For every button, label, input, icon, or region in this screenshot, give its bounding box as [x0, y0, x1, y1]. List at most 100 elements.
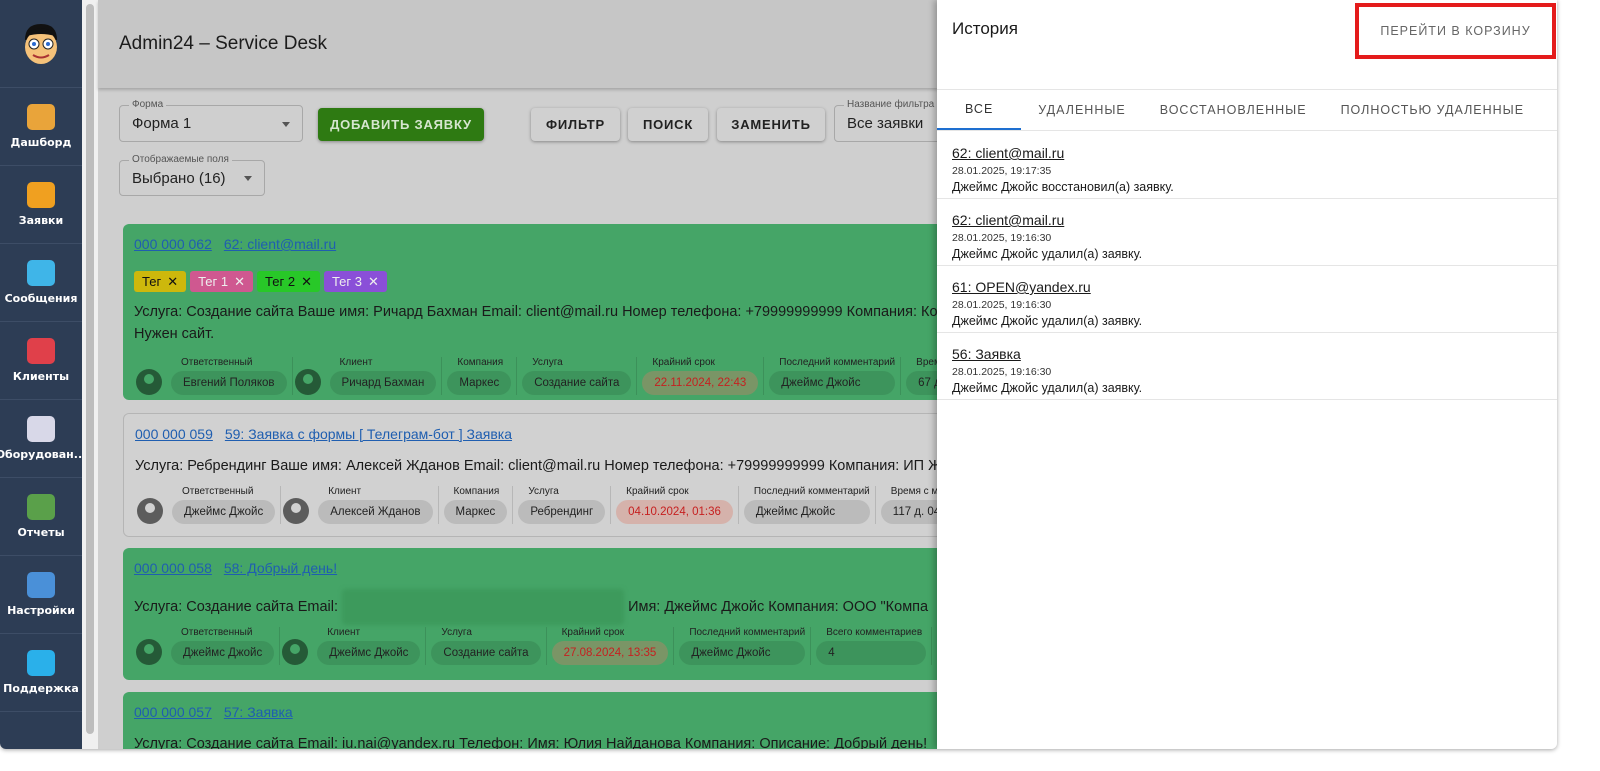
close-icon[interactable]: ✕ — [167, 274, 178, 290]
request-description-line2: Нужен сайт. — [134, 326, 215, 342]
request-title-link[interactable]: 57: Заявка — [224, 704, 293, 720]
sidebar-item[interactable]: Оборудован... — [0, 400, 82, 478]
user-avatar-icon — [282, 639, 309, 665]
field-value: Джеймс Джойс — [172, 500, 276, 524]
request-card[interactable]: 000 000 058 58: Добрый день! Услуга: Созд… — [123, 548, 953, 680]
request-number-link[interactable]: 000 000 057 — [134, 704, 212, 720]
field-label: Последний комментарий — [753, 486, 870, 497]
sidebar-scrollbar[interactable] — [82, 0, 98, 749]
card-field: Ответственный Евгений Поляков — [166, 357, 293, 395]
search-button[interactable]: ПОИСК — [628, 108, 708, 141]
request-title-link[interactable]: 59: Заявка с формы [ Телеграм-бот ] Заяв… — [225, 426, 512, 442]
card-field: Услуга Ребрендинг — [513, 486, 612, 524]
card-field: Крайний срок 22.11.2024, 22:43 — [637, 357, 765, 395]
tab-1[interactable]: УДАЛЕННЫЕ — [1021, 90, 1142, 130]
sidebar-item[interactable]: Заявки — [0, 166, 82, 244]
field-label: Крайний срок — [652, 357, 715, 368]
field-label: Ответственный — [182, 486, 254, 497]
dropdown-arrow-icon — [282, 121, 290, 131]
card-field: Клиент Ричард Бахман — [325, 357, 443, 395]
history-item-link[interactable]: 62: client@mail.ru — [952, 145, 1542, 161]
card-field: Услуга Создание сайта — [426, 627, 547, 665]
card-field: Клиент Джеймс Джойс — [312, 627, 427, 665]
tag-chip[interactable]: Тег 1 ✕ — [190, 271, 254, 292]
tab-3[interactable]: ПОЛНОСТЬЮ УДАЛЕННЫЕ — [1324, 90, 1542, 130]
history-item-action: Джеймс Джойс удалил(а) заявку. — [952, 314, 1143, 328]
history-item-date: 28.01.2025, 19:16:30 — [952, 232, 1052, 244]
card-field: Ответственный Джеймс Джойс — [166, 627, 281, 665]
dropdown-arrow-icon — [244, 176, 252, 185]
request-title-link[interactable]: 62: client@mail.ru — [224, 236, 336, 252]
field-label: Клиент — [328, 486, 362, 497]
request-number-link[interactable]: 000 000 058 — [134, 560, 212, 576]
history-item-action: Джеймс Джойс удалил(а) заявку. — [952, 247, 1143, 261]
megaphone-icon — [27, 182, 55, 208]
dashboard-icon — [27, 104, 55, 130]
request-card[interactable]: 000 000 062 62: client@mail.ru Тег ✕ Тег 1 ✕… — [123, 224, 1004, 400]
request-number-link[interactable]: 000 000 059 — [135, 426, 213, 442]
sidebar-item-label: Клиенты — [12, 370, 70, 383]
history-item-link[interactable]: 62: client@mail.ru — [952, 212, 1542, 228]
user-avatar-icon — [136, 639, 162, 665]
close-icon[interactable]: ✕ — [301, 274, 312, 290]
card-field: Крайний срок 27.08.2024, 13:35 — [547, 627, 675, 665]
field-label: Услуга — [528, 486, 559, 497]
avatar-logo[interactable] — [0, 0, 82, 88]
request-description: Услуга: Создание сайта Email: iu.nai@yan… — [134, 736, 928, 749]
request-description: Услуга: Создание сайта Ваше имя: Ричард … — [134, 304, 938, 320]
tag-chip[interactable]: Тег 2 ✕ — [257, 271, 320, 292]
app-window: Дашборд Заявки Сообщения Клиенты Оборудован.… — [0, 0, 1557, 749]
history-item-date: 28.01.2025, 19:16:30 — [952, 299, 1052, 311]
field-value: 04.10.2024, 01:36 — [616, 500, 733, 524]
sidebar-item[interactable]: Отчеты — [0, 478, 82, 556]
request-description: Услуга: Ребрендинг Ваше имя: Алексей Жда… — [135, 458, 942, 474]
request-card[interactable]: 000 000 059 59: Заявка с формы [ Телеграм… — [123, 413, 991, 537]
field-label: Компания — [453, 486, 500, 497]
filter-button[interactable]: ФИЛЬТР — [531, 108, 620, 141]
request-title-link[interactable]: 58: Добрый день! — [224, 560, 337, 576]
add-request-button[interactable]: ДОБАВИТЬ ЗАЯВКУ — [318, 108, 484, 141]
request-description-rest: Имя: Джеймс Джойс Компания: ООО "Компа — [628, 598, 929, 615]
request-number-link[interactable]: 000 000 062 — [134, 236, 212, 252]
go-to-trash-button[interactable]: ПЕРЕЙТИ В КОРЗИНУ — [1355, 3, 1556, 59]
displayed-fields-select[interactable]: Отображаемые поля Выбрано (16) — [119, 154, 265, 196]
field-label: Крайний срок — [626, 486, 689, 497]
history-item-link[interactable]: 56: Заявка — [952, 346, 1542, 362]
blurred-email — [342, 589, 625, 625]
field-label: Клиент — [339, 357, 373, 368]
card-field: Клиент Алексей Жданов — [313, 486, 439, 524]
field-label: Услуга — [441, 627, 472, 638]
field-label: Всего комментариев — [826, 627, 923, 638]
clients-icon — [27, 338, 55, 364]
history-drawer: История ПЕРЕЙТИ В КОРЗИНУ ВСЕ УДАЛЕННЫЕ ВО… — [937, 0, 1557, 749]
user-avatar-icon — [294, 369, 321, 395]
field-value: Маркес — [443, 500, 508, 524]
card-field: Ответственный Джеймс Джойс — [167, 486, 282, 524]
sidebar-item-label: Поддержка — [3, 682, 79, 695]
replace-button[interactable]: ЗАМЕНИТЬ — [717, 108, 825, 141]
tag-label: Тег 1 — [198, 274, 229, 289]
sidebar-item-label: Отчеты — [17, 526, 65, 539]
card-field: Услуга Создание сайта — [517, 357, 638, 395]
sidebar-item[interactable]: Дашборд — [0, 88, 82, 166]
request-card[interactable]: 000 000 057 57: Заявка Услуга: Создание с… — [123, 692, 953, 749]
field-value: Джеймс Джойс — [171, 641, 275, 665]
field-value: Создание сайта — [431, 641, 541, 665]
field-value: Маркес — [447, 371, 512, 395]
sidebar-item[interactable]: Сообщения — [0, 244, 82, 322]
card-field: Компания Маркес — [442, 357, 518, 395]
sidebar-item[interactable]: Поддержка — [0, 634, 82, 712]
field-label: Ответственный — [181, 627, 253, 638]
close-icon[interactable]: ✕ — [234, 274, 245, 290]
sidebar-item[interactable]: Клиенты — [0, 322, 82, 400]
tab-2[interactable]: ВОССТАНОВЛЕННЫЕ — [1143, 90, 1324, 130]
history-item-link[interactable]: 61: OPEN@yandex.ru — [952, 279, 1542, 295]
sidebar-item[interactable]: Настройки — [0, 556, 82, 634]
history-item: 61: OPEN@yandex.ru 28.01.2025, 19:16:30 Дж… — [937, 266, 1557, 333]
tag-chip[interactable]: Тег 3 ✕ — [323, 271, 387, 292]
form-select[interactable]: Форма Форма 1 — [119, 99, 303, 142]
tag-chip[interactable]: Тег ✕ — [134, 271, 187, 292]
user-avatar-icon — [136, 369, 162, 395]
tab-0[interactable]: ВСЕ — [937, 90, 1022, 130]
close-icon[interactable]: ✕ — [368, 274, 379, 290]
